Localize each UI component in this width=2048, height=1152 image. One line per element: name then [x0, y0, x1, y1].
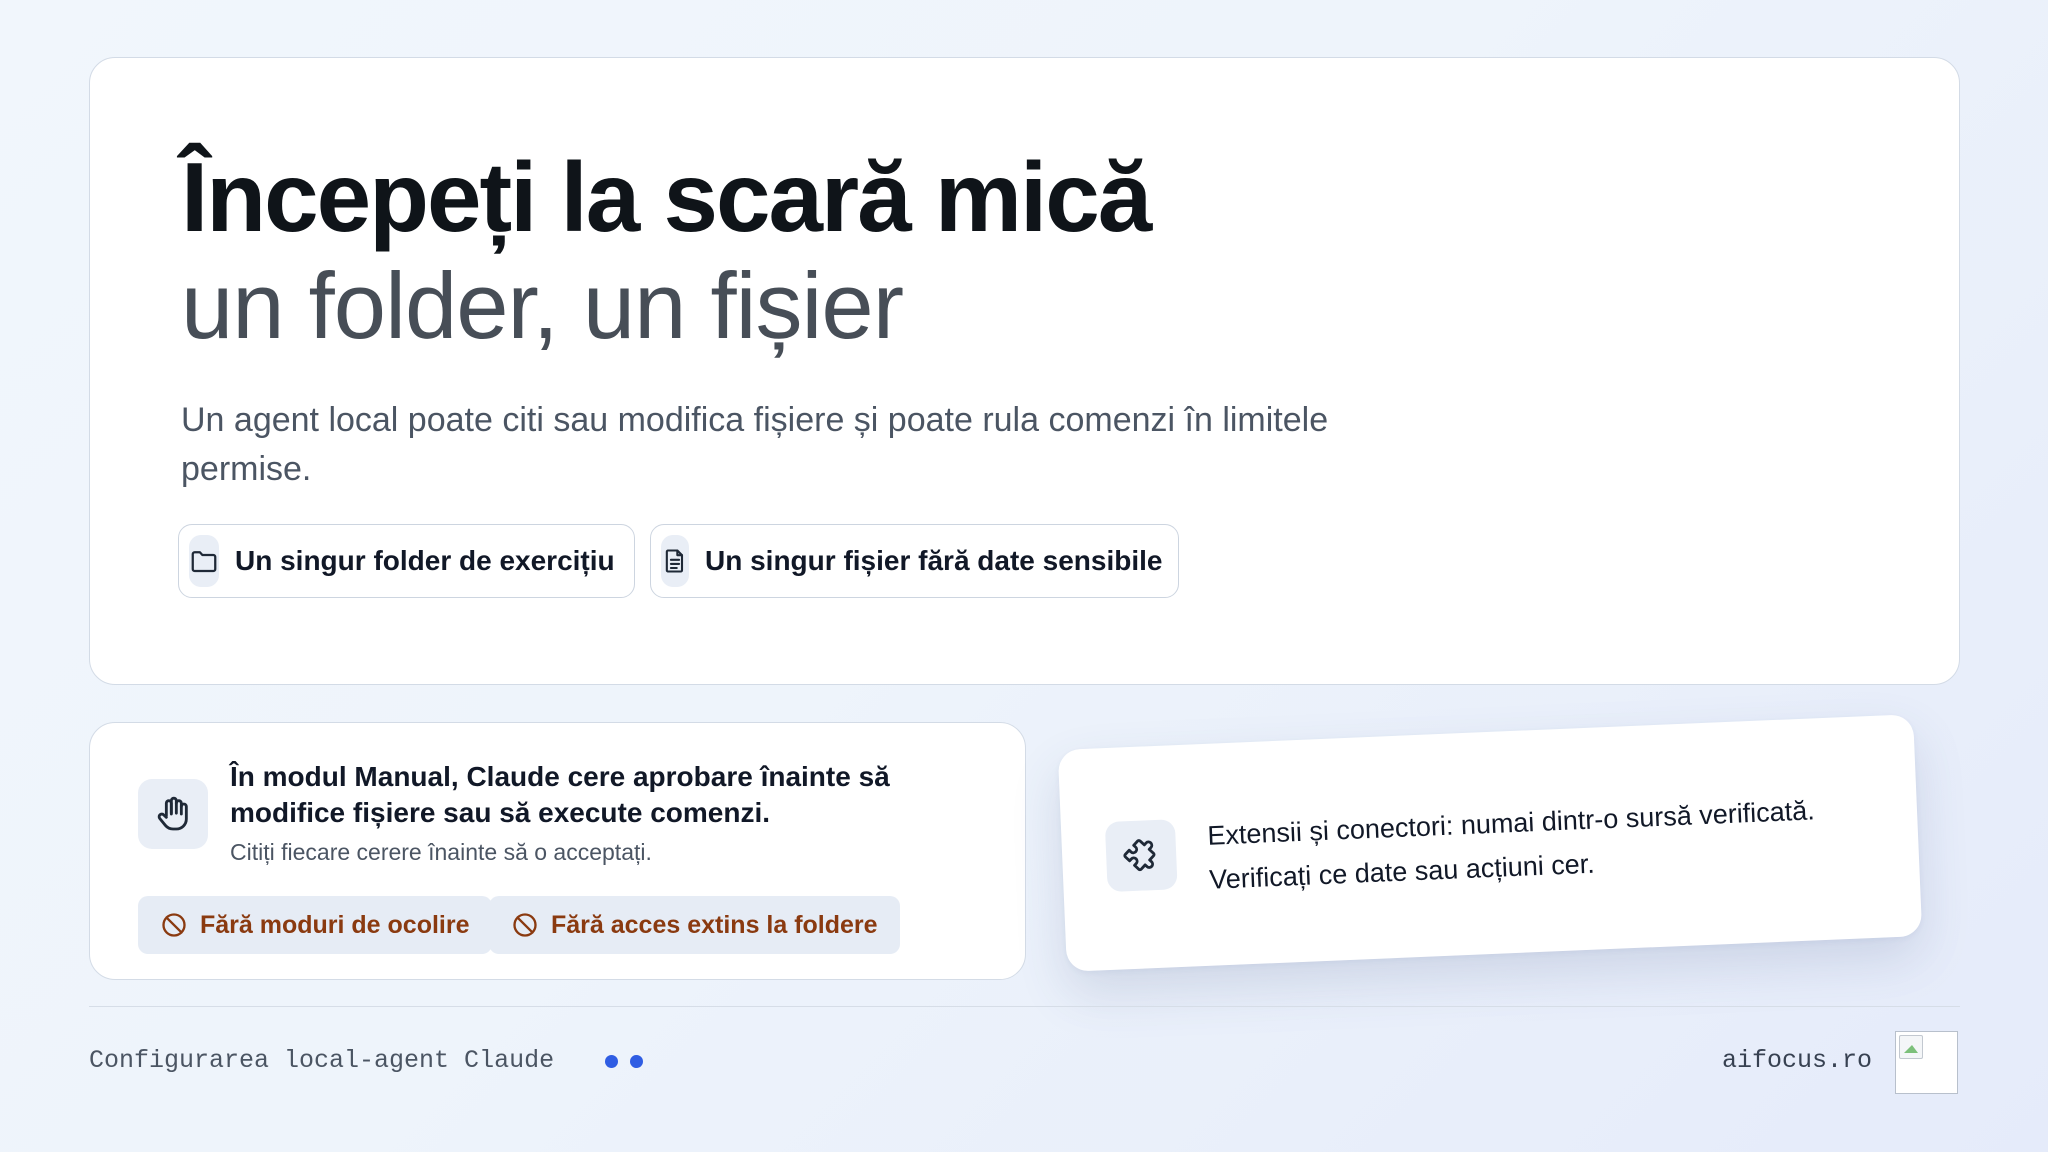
logo-image-placeholder [1895, 1031, 1958, 1094]
warning-no-extended-access: Fără acces extins la foldere [489, 896, 900, 954]
hand-stop-icon [138, 779, 208, 849]
puzzle-icon [1104, 819, 1178, 893]
hero-card: Începeți la scară mică un folder, un fiș… [89, 57, 1960, 685]
hero-description: Un agent local poate citi sau modifica f… [181, 401, 1329, 488]
manual-mode-title: În modul Manual, Claude cere aprobare în… [230, 761, 890, 828]
extensions-card: Extensii și conectori: numai dintr-o sur… [1057, 714, 1923, 972]
ban-icon [513, 913, 537, 937]
page-subtitle: un folder, un fișier [181, 253, 904, 358]
chip-single-file: Un singur fișier fără date sensibile [650, 524, 1179, 598]
manual-mode-card: În modul Manual, Claude cere aprobare în… [89, 722, 1026, 980]
chip-label: Un singur folder de exercițiu [235, 545, 615, 576]
progress-dot [605, 1055, 618, 1068]
page-title: Începeți la scară mică [181, 142, 1152, 252]
chip-single-folder: Un singur folder de exercițiu [178, 524, 635, 598]
chip-label: Un singur fișier fără date sensibile [705, 545, 1163, 576]
extensions-text: Extensii și conectori: numai dintr-o sur… [1207, 785, 1890, 901]
footer-divider [89, 1006, 1960, 1007]
progress-dot [630, 1055, 643, 1068]
footer-site-name: aifocus.ro [1721, 1046, 1872, 1075]
warning-no-bypass: Fără moduri de ocolire [138, 896, 492, 954]
folder-icon [189, 535, 219, 587]
warning-label: Fără moduri de ocolire [200, 910, 470, 939]
broken-image-icon [1899, 1035, 1923, 1059]
manual-mode-note: Citiți fiecare cerere înainte să o accep… [230, 839, 652, 865]
warning-label: Fără acces extins la foldere [551, 910, 878, 939]
ban-icon [162, 913, 186, 937]
footer-course-title: Configurarea local-agent Claude [89, 1046, 555, 1075]
file-text-icon [661, 535, 689, 587]
